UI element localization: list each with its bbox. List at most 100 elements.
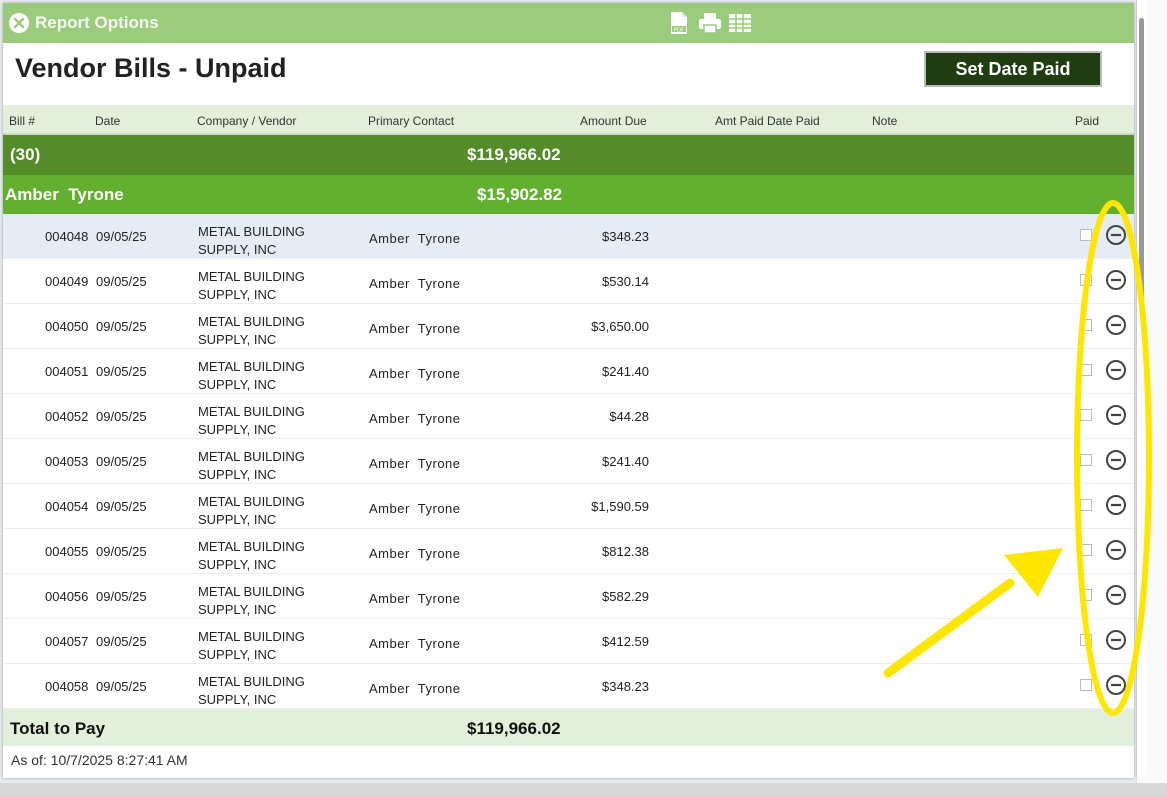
amount-due: $530.14 [602, 274, 649, 289]
vendor-subgroup-row: Amber Tyrone $15,902.82 [3, 175, 1134, 214]
bill-number: 004056 [45, 589, 89, 604]
amount-due: $241.40 [602, 364, 649, 379]
primary-contact: Amber Tyrone [369, 321, 461, 336]
paid-checkbox[interactable] [1080, 679, 1092, 691]
paid-checkbox[interactable] [1080, 319, 1092, 331]
bill-rows: 004048 09/05/25 Amber Tyrone $348.23 METAL B… [3, 214, 1134, 709]
company-vendor: METAL BUILDING SUPPLY, INC [198, 223, 305, 259]
remove-circle-icon[interactable] [1105, 584, 1127, 606]
remove-circle-icon[interactable] [1105, 449, 1127, 471]
amount-due: $1,590.59 [591, 499, 649, 514]
paid-checkbox[interactable] [1080, 544, 1092, 556]
company-line-1: METAL BUILDING [198, 494, 305, 509]
paid-checkbox[interactable] [1080, 274, 1092, 286]
total-row: Total to Pay $119,966.02 [3, 709, 1134, 746]
bill-number: 004052 [45, 409, 89, 424]
table-row[interactable]: 004056 09/05/25 Amber Tyrone $582.29 METAL B… [3, 574, 1134, 619]
bill-date: 09/05/25 [96, 589, 147, 604]
close-button[interactable] [9, 13, 29, 33]
table-row[interactable]: 004053 09/05/25 Amber Tyrone $241.40 METAL B… [3, 439, 1134, 484]
table-row[interactable]: 004051 09/05/25 Amber Tyrone $241.40 METAL B… [3, 349, 1134, 394]
subgroup-total: $15,902.82 [477, 185, 563, 204]
as-of-timestamp: As of: 10/7/2025 8:27:41 AM [11, 752, 188, 768]
remove-circle-icon[interactable] [1105, 314, 1127, 336]
remove-circle-icon[interactable] [1105, 269, 1127, 291]
primary-contact: Amber Tyrone [369, 276, 461, 291]
pdf-icon[interactable]: PDF [668, 11, 690, 35]
group-total: $119,966.02 [467, 145, 561, 164]
amount-due: $582.29 [602, 589, 649, 604]
company-vendor: METAL BUILDING SUPPLY, INC [198, 358, 305, 394]
remove-circle-icon[interactable] [1105, 674, 1127, 696]
primary-contact: Amber Tyrone [369, 636, 461, 651]
primary-contact: Amber Tyrone [369, 411, 461, 426]
table-row[interactable]: 004052 09/05/25 Amber Tyrone $44.28 METAL BU… [3, 394, 1134, 439]
column-headers: Bill # Date Company / Vendor Primary Con… [3, 105, 1134, 135]
company-vendor: METAL BUILDING SUPPLY, INC [198, 493, 305, 529]
column-header-date[interactable]: Date [95, 114, 120, 128]
remove-circle-icon[interactable] [1105, 539, 1127, 561]
bill-number: 004058 [45, 679, 89, 694]
group-row: (30) $119,966.02 [3, 135, 1134, 175]
table-row[interactable]: 004057 09/05/25 Amber Tyrone $412.59 METAL B… [3, 619, 1134, 664]
column-header-company[interactable]: Company / Vendor [197, 114, 296, 128]
table-row[interactable]: 004054 09/05/25 Amber Tyrone $1,590.59 METAL… [3, 484, 1134, 529]
primary-contact: Amber Tyrone [369, 681, 461, 696]
table-row[interactable]: 004048 09/05/25 Amber Tyrone $348.23 METAL B… [3, 214, 1134, 259]
paid-checkbox[interactable] [1080, 454, 1092, 466]
company-line-2: SUPPLY, INC [198, 557, 277, 572]
paid-checkbox[interactable] [1080, 409, 1092, 421]
paid-checkbox[interactable] [1080, 229, 1092, 241]
bill-date: 09/05/25 [96, 229, 147, 244]
bill-date: 09/05/25 [96, 364, 147, 379]
remove-circle-icon[interactable] [1105, 359, 1127, 381]
amount-due: $412.59 [602, 634, 649, 649]
bill-number: 004054 [45, 499, 89, 514]
column-header-amount[interactable]: Amount Due [580, 114, 647, 128]
amount-due: $3,650.00 [591, 319, 649, 334]
remove-circle-icon[interactable] [1105, 404, 1127, 426]
column-header-amt-paid-date[interactable]: Amt Paid Date Paid [715, 114, 820, 128]
modal-title: Report Options [35, 13, 159, 32]
remove-circle-icon[interactable] [1105, 494, 1127, 516]
column-header-note[interactable]: Note [872, 114, 897, 128]
paid-checkbox[interactable] [1080, 589, 1092, 601]
column-header-bill[interactable]: Bill # [9, 114, 35, 128]
bill-number: 004050 [45, 319, 89, 334]
amount-due: $44.28 [609, 409, 649, 424]
primary-contact: Amber Tyrone [369, 456, 461, 471]
scrollbar[interactable] [1136, 0, 1147, 775]
remove-circle-icon[interactable] [1105, 224, 1127, 246]
report-header: Vendor Bills - Unpaid Set Date Paid [3, 43, 1134, 105]
bill-date: 09/05/25 [96, 679, 147, 694]
column-header-contact[interactable]: Primary Contact [368, 114, 454, 128]
bill-date: 09/05/25 [96, 409, 147, 424]
primary-contact: Amber Tyrone [369, 546, 461, 561]
table-row[interactable]: 004055 09/05/25 Amber Tyrone $812.38 METAL B… [3, 529, 1134, 574]
company-line-2: SUPPLY, INC [198, 377, 277, 392]
column-header-paid[interactable]: Paid [1075, 114, 1099, 128]
remove-circle-icon[interactable] [1105, 629, 1127, 651]
table-row[interactable]: 004049 09/05/25 Amber Tyrone $530.14 METAL B… [3, 259, 1134, 304]
company-line-1: METAL BUILDING [198, 674, 305, 689]
company-vendor: METAL BUILDING SUPPLY, INC [198, 538, 305, 574]
print-icon[interactable] [698, 11, 721, 35]
paid-checkbox[interactable] [1080, 364, 1092, 376]
company-vendor: METAL BUILDING SUPPLY, INC [198, 403, 305, 439]
scrollbar-thumb[interactable] [1139, 18, 1144, 308]
bill-number: 004053 [45, 454, 89, 469]
table-row[interactable]: 004058 09/05/25 Amber Tyrone $348.23 METAL B… [3, 664, 1134, 709]
company-line-2: SUPPLY, INC [198, 602, 277, 617]
total-label: Total to Pay [10, 719, 106, 738]
company-line-1: METAL BUILDING [198, 269, 305, 284]
company-vendor: METAL BUILDING SUPPLY, INC [198, 268, 305, 304]
bill-number: 004051 [45, 364, 89, 379]
company-line-2: SUPPLY, INC [198, 422, 277, 437]
table-row[interactable]: 004050 09/05/25 Amber Tyrone $3,650.00 METAL… [3, 304, 1134, 349]
spreadsheet-icon[interactable] [728, 11, 751, 35]
toolbar: PDF [668, 11, 751, 35]
paid-checkbox[interactable] [1080, 634, 1092, 646]
company-line-2: SUPPLY, INC [198, 287, 277, 302]
paid-checkbox[interactable] [1080, 499, 1092, 511]
set-date-paid-button[interactable]: Set Date Paid [924, 51, 1102, 87]
